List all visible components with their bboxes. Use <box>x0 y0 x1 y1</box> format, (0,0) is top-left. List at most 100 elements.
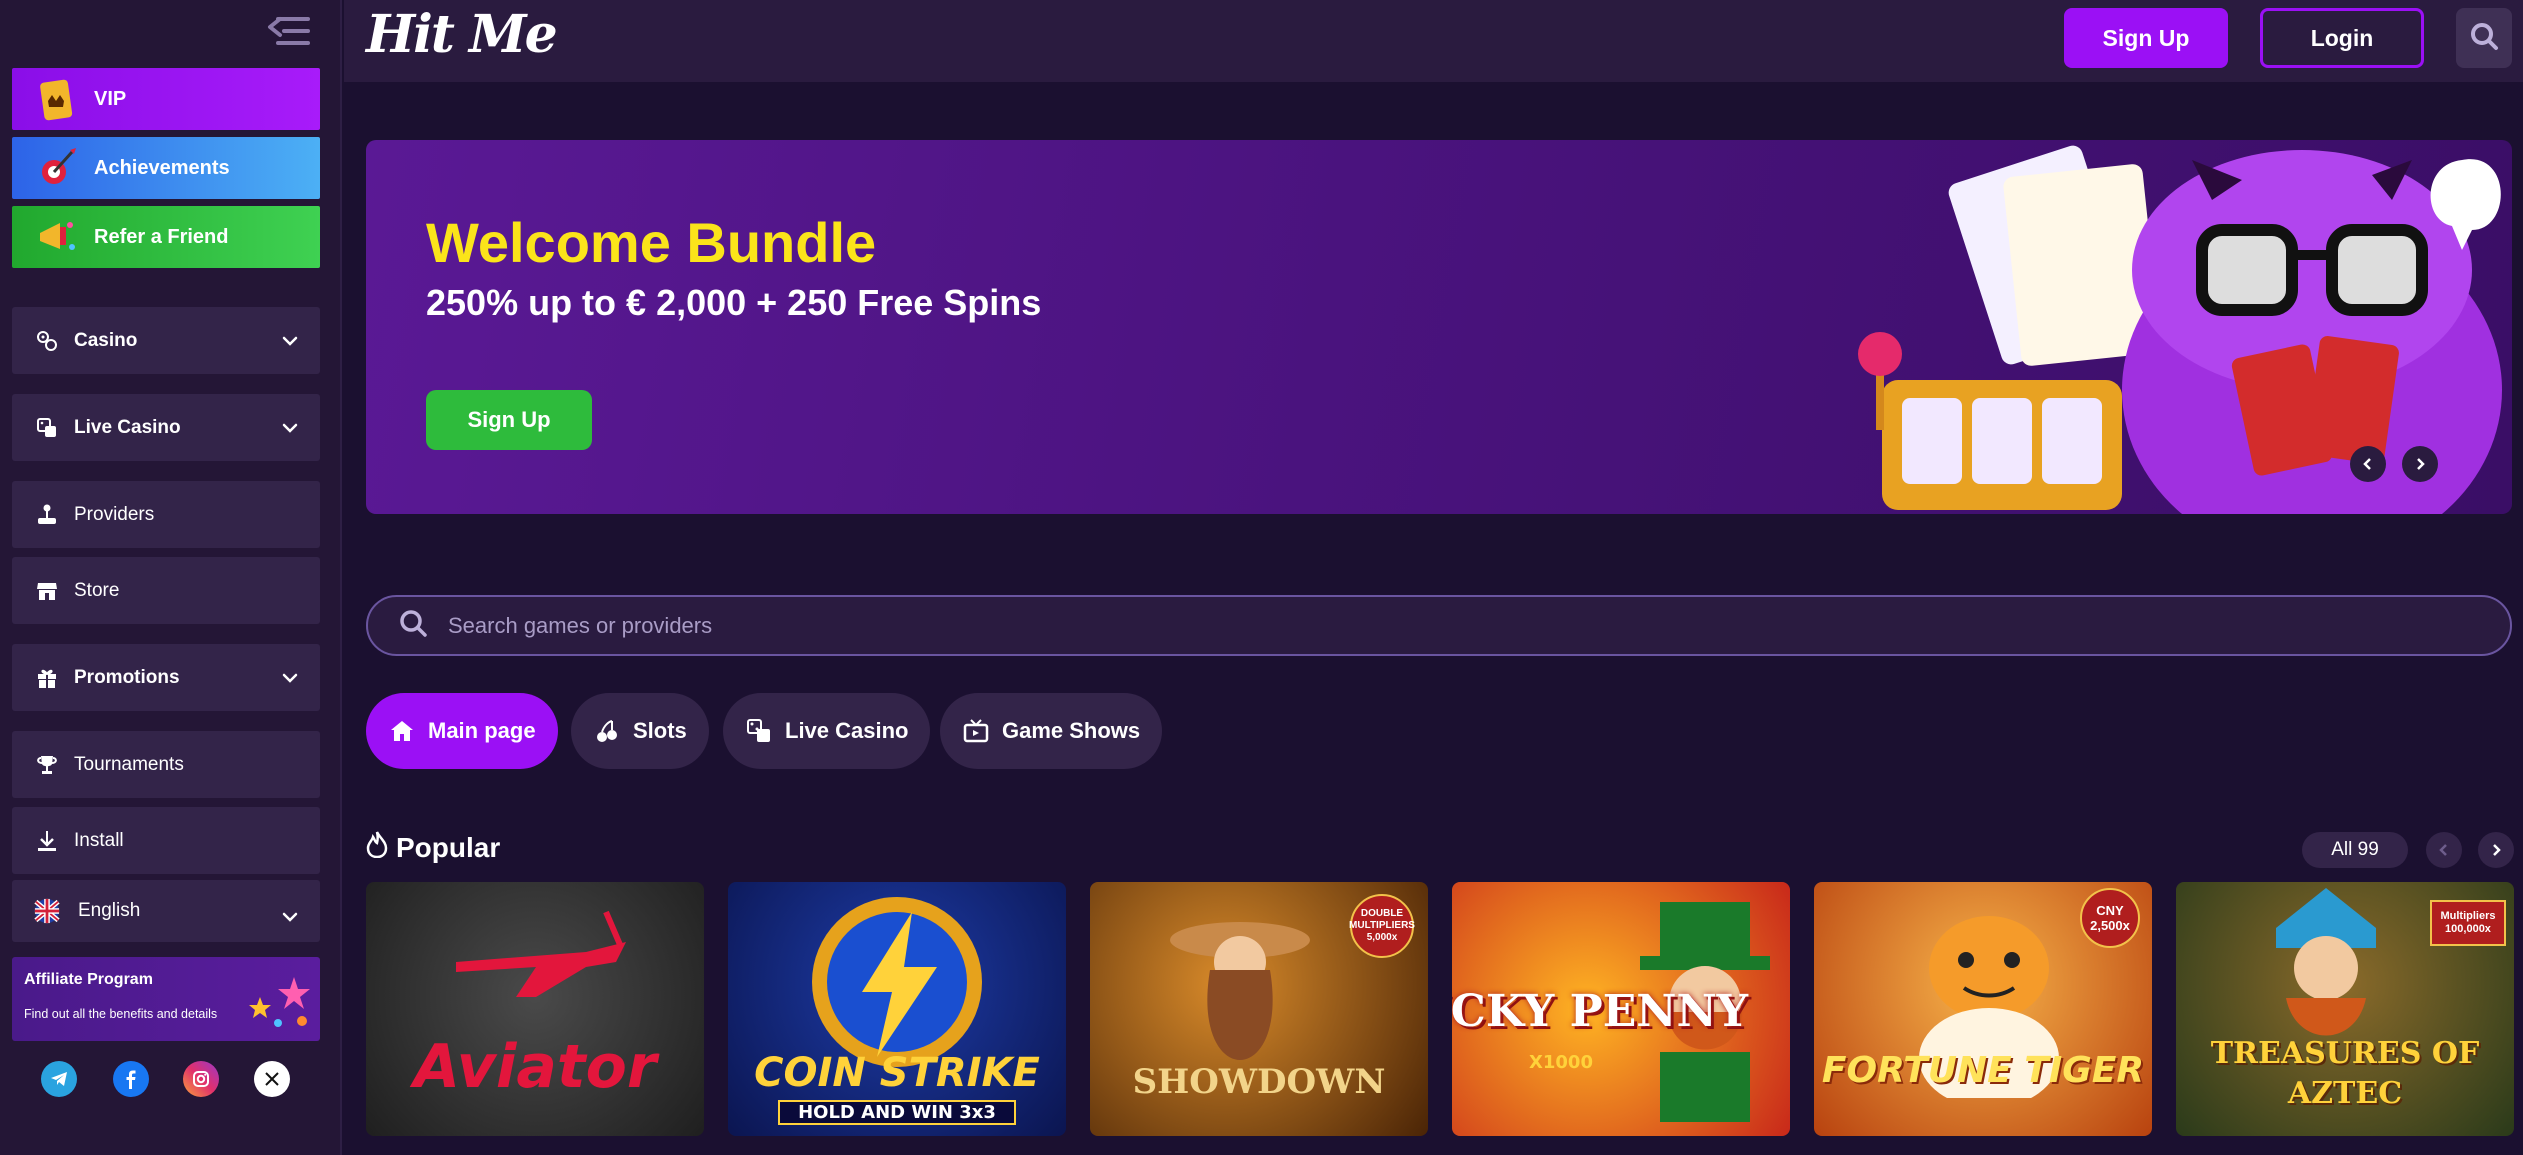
sidebar-item-install[interactable]: Install <box>12 807 320 874</box>
x-icon[interactable] <box>254 1061 290 1097</box>
tab-main-page-label: Main page <box>428 718 536 743</box>
sidebar-item-store-label: Store <box>74 579 120 601</box>
chevron-down-icon <box>280 907 300 927</box>
game-badge: DOUBLE MULTIPLIERS 5,000x <box>1349 894 1415 958</box>
uk-flag-icon <box>34 898 60 924</box>
game-card-aviator[interactable]: Aviator <box>366 882 704 1136</box>
game-title: FORTUNE TIGER <box>1821 1050 2145 1091</box>
cherries-icon <box>593 717 621 745</box>
game-title: COIN STRIKE <box>754 1050 1040 1096</box>
popular-next-button[interactable] <box>2478 832 2514 868</box>
carousel-prev-button[interactable] <box>2350 446 2386 482</box>
chevron-right-icon <box>2493 844 2501 856</box>
game-title: LUCKY PENNY <box>1452 986 1749 1037</box>
game-title: Aviator <box>413 1032 657 1102</box>
sidebar-item-store[interactable]: Store <box>12 557 320 624</box>
game-card-lucky-penny[interactable]: LUCKY PENNY X1000 <box>1452 882 1790 1136</box>
facebook-icon[interactable] <box>113 1061 149 1097</box>
refer-friend-button[interactable]: Refer a Friend <box>12 206 320 268</box>
welcome-bundle-banner[interactable]: Welcome Bundle 250% up to € 2,000 + 250 … <box>366 140 2512 514</box>
telegram-icon[interactable] <box>41 1061 77 1097</box>
dice-icon <box>745 717 773 745</box>
stars-icon <box>249 977 310 1027</box>
sidebar-item-tournaments[interactable]: Tournaments <box>12 731 320 798</box>
search-icon <box>398 608 428 643</box>
tv-icon <box>962 717 990 745</box>
collapse-sidebar-icon[interactable] <box>266 14 314 48</box>
vip-label: VIP <box>94 87 127 110</box>
tab-game-shows[interactable]: Game Shows <box>940 693 1163 769</box>
search-icon <box>2469 21 2499 56</box>
sidebar-item-promotions-label: Promotions <box>74 666 180 688</box>
sidebar-item-casino-label: Casino <box>74 329 138 351</box>
sidebar-item-providers[interactable]: Providers <box>12 481 320 548</box>
megaphone-icon <box>34 215 78 259</box>
affiliate-subtitle: Find out all the benefits and details <box>24 1007 218 1021</box>
cowgirl-illustration <box>1170 922 1310 1060</box>
banner-signup-button[interactable]: Sign Up <box>426 390 592 450</box>
game-tagline: HOLD AND WIN 3x3 <box>778 1100 1016 1125</box>
popular-section-title: Popular <box>366 830 500 865</box>
game-tagline: X1000 <box>1529 1052 1593 1073</box>
darts-icon <box>34 146 78 190</box>
tab-live-casino[interactable]: Live Casino <box>723 693 931 769</box>
gift-icon <box>34 665 60 691</box>
download-icon <box>34 828 60 854</box>
lightning-coin-icon <box>812 897 982 1067</box>
sidebar-item-promotions[interactable]: Promotions <box>12 644 320 711</box>
chevron-down-icon <box>280 331 300 351</box>
banner-title: Welcome Bundle <box>426 211 877 274</box>
chevron-right-icon <box>2417 458 2425 470</box>
chevron-down-icon <box>280 418 300 438</box>
carousel-next-button[interactable] <box>2402 446 2438 482</box>
header-login-button[interactable]: Login <box>2260 8 2424 68</box>
tab-live-casino-label: Live Casino <box>785 718 909 743</box>
affiliate-title: Affiliate Program <box>24 971 153 988</box>
home-icon <box>388 717 416 745</box>
sidebar: VIP Achievements Refer a Friend Casino L… <box>0 0 342 1155</box>
sidebar-item-live-casino-label: Live Casino <box>74 416 181 438</box>
chevron-left-icon <box>2439 844 2447 856</box>
achievements-label: Achievements <box>94 156 230 179</box>
airplane-icon <box>456 910 626 997</box>
tab-slots[interactable]: Slots <box>571 693 709 769</box>
banner-subtitle: 250% up to € 2,000 + 250 Free Spins <box>426 282 1042 323</box>
instagram-icon[interactable] <box>183 1061 219 1097</box>
language-selector[interactable]: English <box>12 880 320 942</box>
tab-main-page[interactable]: Main page <box>366 693 558 769</box>
tab-slots-label: Slots <box>633 718 687 743</box>
aztec-queen-illustration <box>2276 888 2376 1036</box>
game-card-showdown[interactable]: DOUBLE MULTIPLIERS 5,000x SHOWDOWN <box>1090 882 1428 1136</box>
sidebar-item-live-casino[interactable]: Live Casino <box>12 394 320 461</box>
fire-icon <box>366 830 388 865</box>
sidebar-item-install-label: Install <box>74 829 124 851</box>
game-title: TREASURES OF AZTEC <box>2210 1036 2480 1111</box>
achievements-button[interactable]: Achievements <box>12 137 320 199</box>
view-all-popular-button[interactable]: All 99 <box>2302 832 2408 868</box>
game-search-bar[interactable] <box>366 595 2512 656</box>
chevron-down-icon <box>280 668 300 688</box>
sidebar-item-providers-label: Providers <box>74 503 155 525</box>
vip-ticket-icon <box>34 77 78 121</box>
header-signup-button[interactable]: Sign Up <box>2064 8 2228 68</box>
game-badge: Multipliers 100,000x <box>2430 900 2506 946</box>
store-icon <box>34 578 60 604</box>
trophy-icon <box>34 752 60 778</box>
game-card-treasures-of-aztec[interactable]: Multipliers 100,000x TREASURES OF AZTEC <box>2176 882 2514 1136</box>
game-card-fortune-tiger[interactable]: CNY 2,500x FORTUNE TIGER <box>1814 882 2152 1136</box>
popular-prev-button[interactable] <box>2426 832 2462 868</box>
sidebar-item-tournaments-label: Tournaments <box>74 753 184 775</box>
language-label: English <box>78 900 141 921</box>
header-search-button[interactable] <box>2456 8 2512 68</box>
vip-button[interactable]: VIP <box>12 68 320 130</box>
game-card-coin-strike[interactable]: COIN STRIKE HOLD AND WIN 3x3 <box>728 882 1066 1136</box>
search-input[interactable] <box>448 612 2348 639</box>
mascot-illustration <box>1858 145 2502 514</box>
casino-chips-icon <box>34 328 60 354</box>
popular-label: Popular <box>396 831 501 863</box>
affiliate-program-banner[interactable]: Affiliate Program Find out all the benef… <box>12 957 320 1041</box>
refer-friend-label: Refer a Friend <box>94 225 229 248</box>
sidebar-item-casino[interactable]: Casino <box>12 307 320 374</box>
hit-me-logo[interactable]: Hit Me <box>366 0 558 70</box>
joystick-icon <box>34 502 60 528</box>
